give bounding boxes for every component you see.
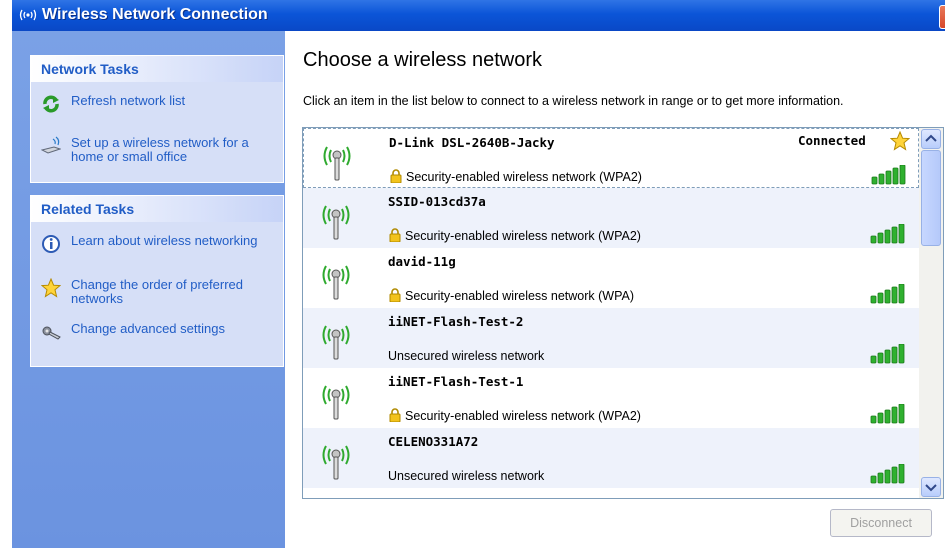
wireless-antenna-icon xyxy=(322,385,350,420)
network-name: david-11g xyxy=(388,254,456,269)
network-security: Security-enabled wireless network (WPA) xyxy=(405,289,635,303)
signal-strength-icon xyxy=(870,284,905,304)
learn-about-wireless-label: Learn about wireless networking xyxy=(71,233,258,248)
network-item[interactable]: SSID-013cd37a Security-enabled wireless … xyxy=(303,188,919,248)
window-left-edge xyxy=(0,0,12,548)
network-name: iiNET-Flash-Test-2 xyxy=(388,314,524,329)
network-tasks-panel: Network Tasks Refresh network list Set u… xyxy=(30,55,284,183)
info-icon xyxy=(42,235,60,253)
change-preferred-order-link[interactable]: Change the order of preferred networks xyxy=(41,278,271,306)
chevron-up-icon xyxy=(925,134,937,142)
main-content: Choose a wireless network Click an item … xyxy=(285,31,945,548)
chevron-down-icon xyxy=(925,484,937,492)
network-name: D-Link DSL-2640B-Jacky xyxy=(389,135,555,150)
scroll-up-button[interactable] xyxy=(921,129,941,149)
network-list-scrollbar[interactable] xyxy=(919,128,943,498)
network-item[interactable]: iiNET-Flash-Test-2 Unsecured wireless ne… xyxy=(303,308,919,368)
network-security: Security-enabled wireless network (WPA2) xyxy=(406,170,642,184)
signal-strength-icon xyxy=(870,464,905,484)
lock-icon xyxy=(389,228,401,242)
network-security: Unsecured wireless network xyxy=(388,469,545,483)
lock-icon xyxy=(389,408,401,422)
title-bar[interactable]: Wireless Network Connection xyxy=(12,0,945,31)
scroll-thumb[interactable] xyxy=(921,150,941,246)
network-status: Connected xyxy=(798,133,866,148)
network-security: Unsecured wireless network xyxy=(388,349,545,363)
related-tasks-header[interactable]: Related Tasks xyxy=(31,196,283,222)
lock-icon xyxy=(389,288,401,302)
scroll-down-button[interactable] xyxy=(921,477,941,497)
wireless-antenna-icon xyxy=(322,325,350,360)
network-item[interactable]: D-Link DSL-2640B-Jacky Connected Securit… xyxy=(303,128,919,188)
page-title: Choose a wireless network xyxy=(303,49,542,71)
learn-about-wireless-link[interactable]: Learn about wireless networking xyxy=(41,234,271,254)
related-tasks-panel: Related Tasks Learn about wireless netwo… xyxy=(30,195,284,367)
network-security: Security-enabled wireless network (WPA2) xyxy=(405,229,641,243)
wireless-antenna-icon xyxy=(322,265,350,300)
instructions-text: Click an item in the list below to conne… xyxy=(303,94,844,108)
refresh-icon xyxy=(43,95,59,113)
change-advanced-settings-link[interactable]: Change advanced settings xyxy=(41,322,271,342)
setup-wireless-network-label: Set up a wireless network for a home or … xyxy=(71,135,249,164)
refresh-network-list-link[interactable]: Refresh network list xyxy=(41,94,271,114)
network-item[interactable]: CELENO331A72 Unsecured wireless network xyxy=(303,428,919,488)
setup-wireless-network-link[interactable]: Set up a wireless network for a home or … xyxy=(41,136,271,164)
wireless-network-window: Wireless Network Connection Network Task… xyxy=(0,0,945,548)
wireless-antenna-icon xyxy=(322,445,350,480)
network-item[interactable]: iiNET-Flash-Test-1 Security-enabled wire… xyxy=(303,368,919,428)
signal-strength-icon xyxy=(871,165,906,185)
signal-strength-icon xyxy=(870,224,905,244)
signal-strength-icon xyxy=(870,344,905,364)
close-button[interactable] xyxy=(939,5,945,29)
signal-strength-icon xyxy=(870,404,905,424)
wireless-setup-icon xyxy=(41,136,61,154)
network-name: iiNET-Flash-Test-1 xyxy=(388,374,524,389)
disconnect-button[interactable]: Disconnect xyxy=(830,509,932,537)
task-sidebar: Network Tasks Refresh network list Set u… xyxy=(12,31,285,548)
network-name: CELENO331A72 xyxy=(388,434,479,449)
settings-icon xyxy=(42,326,61,340)
window-title: Wireless Network Connection xyxy=(42,6,268,23)
network-list: D-Link DSL-2640B-Jacky Connected Securit… xyxy=(302,127,944,499)
network-item[interactable]: david-11g Security-enabled wireless netw… xyxy=(303,248,919,308)
wireless-antenna-icon xyxy=(19,9,37,21)
refresh-network-list-label: Refresh network list xyxy=(71,93,186,108)
change-advanced-settings-label: Change advanced settings xyxy=(71,321,225,336)
preferred-star-icon xyxy=(890,131,910,151)
network-security: Security-enabled wireless network (WPA2) xyxy=(405,409,641,423)
wireless-antenna-icon xyxy=(323,146,351,181)
star-icon xyxy=(41,278,61,298)
network-tasks-header[interactable]: Network Tasks xyxy=(31,56,283,82)
lock-icon xyxy=(390,169,402,183)
wireless-antenna-icon xyxy=(322,205,350,240)
network-name: SSID-013cd37a xyxy=(388,194,486,209)
change-preferred-order-label: Change the order of preferred networks xyxy=(71,277,243,306)
